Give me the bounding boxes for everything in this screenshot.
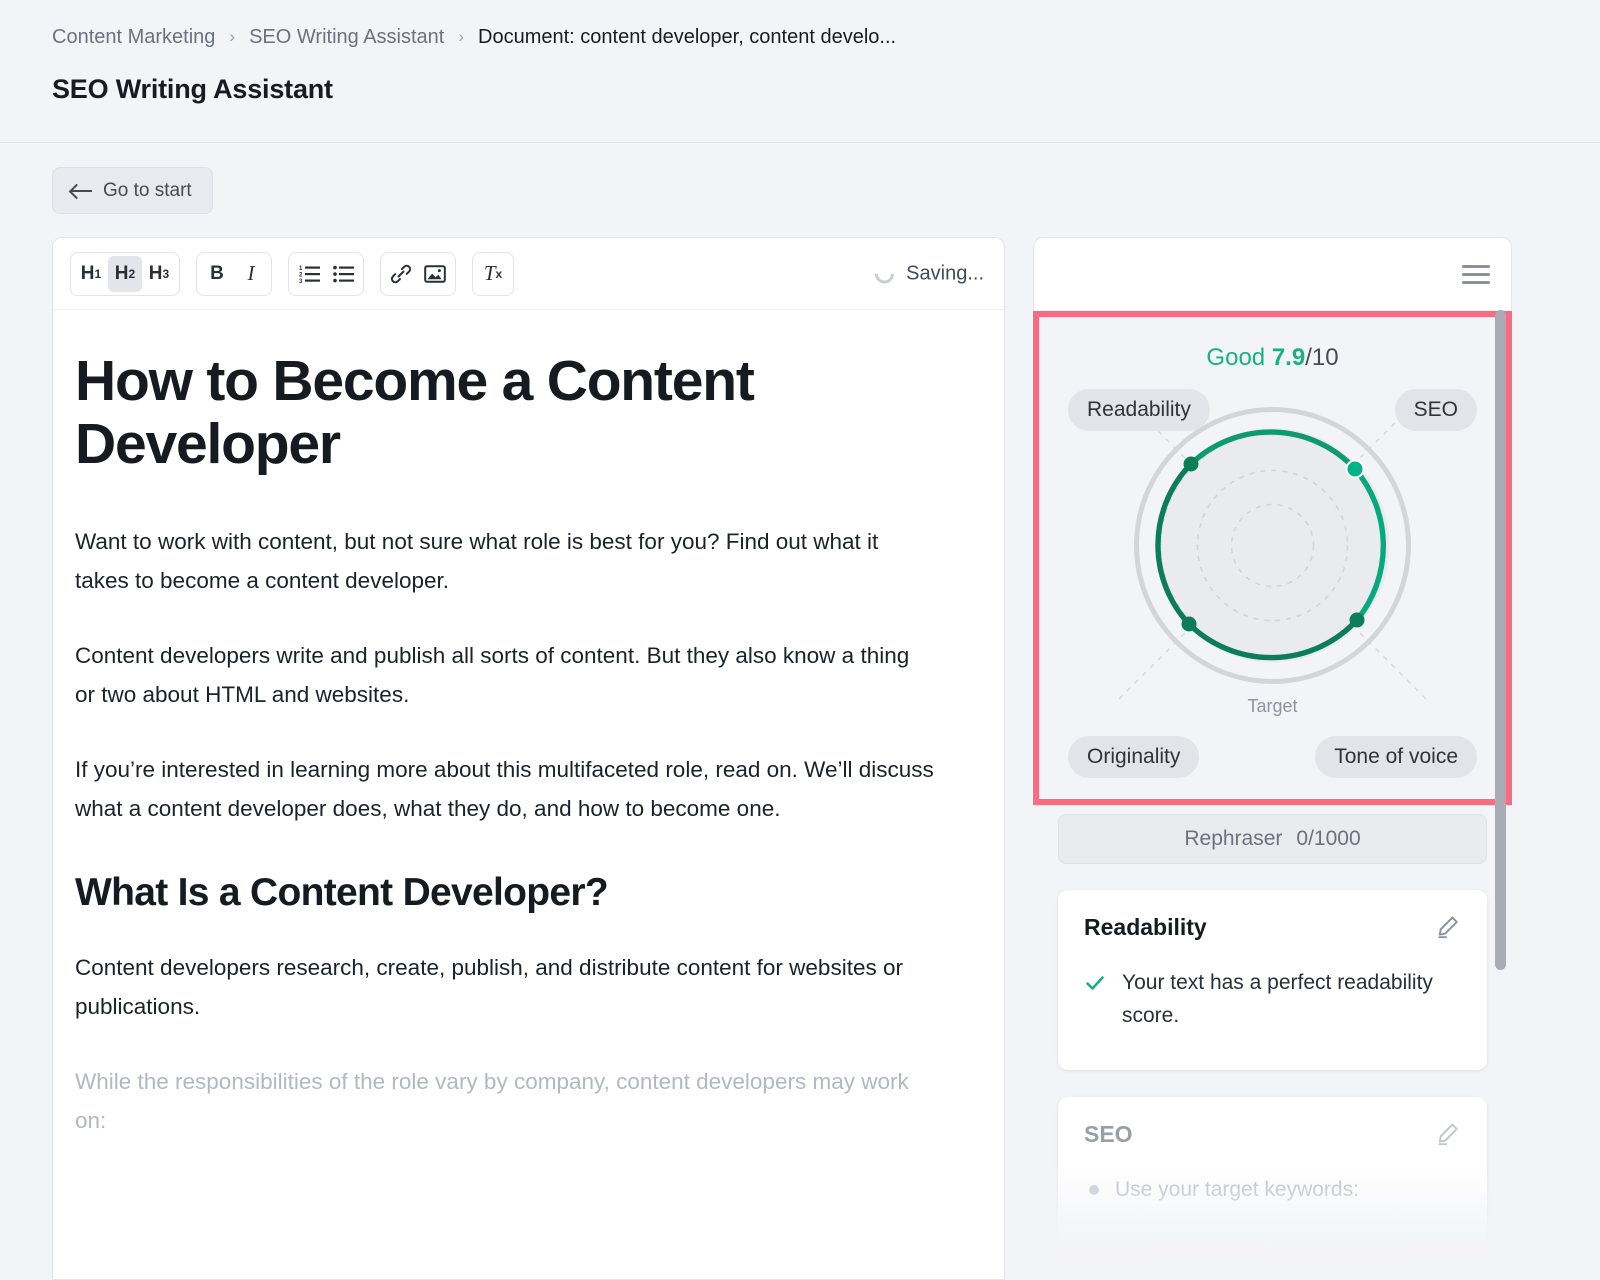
text-style-group: B I — [196, 251, 272, 296]
clear-formatting-button[interactable]: Tx — [476, 256, 510, 292]
metric-chip-originality[interactable]: Originality — [1068, 736, 1200, 778]
breadcrumb: Content Marketing › SEO Writing Assistan… — [52, 26, 896, 49]
link-icon — [390, 264, 412, 283]
breadcrumb-item-content-marketing[interactable]: Content Marketing — [52, 26, 215, 49]
doc-paragraph-2[interactable]: Content developers write and publish all… — [75, 637, 934, 715]
breadcrumb-item-document[interactable]: Document: content developer, content dev… — [478, 26, 896, 49]
doc-paragraph-5[interactable]: While the responsibilities of the role v… — [75, 1063, 934, 1141]
breadcrumb-separator-icon: › — [229, 27, 236, 46]
clear-format-group: Tx — [472, 251, 514, 296]
breadcrumb-item-seo-writing-assistant[interactable]: SEO Writing Assistant — [249, 26, 444, 49]
svg-text:3: 3 — [299, 279, 303, 283]
radar-point-originality — [1181, 616, 1197, 632]
breadcrumb-separator-icon: › — [458, 27, 465, 46]
h3-sub: 3 — [162, 266, 170, 281]
radar-target-label: Target — [1247, 696, 1298, 716]
image-button[interactable] — [418, 256, 452, 292]
saving-label: Saving... — [906, 262, 984, 284]
pencil-icon[interactable] — [1435, 914, 1461, 940]
link-button[interactable] — [384, 256, 418, 292]
clear-format-sub: x — [495, 266, 503, 281]
bullet-icon — [1089, 1185, 1099, 1195]
pencil-icon[interactable] — [1435, 1121, 1461, 1147]
document-body[interactable]: How to Become a Content Developer Want t… — [53, 310, 1004, 1141]
list-group: 1 2 3 — [288, 251, 364, 296]
h1-sub: 1 — [94, 266, 102, 281]
document-bottom-fade — [54, 1205, 1003, 1279]
image-icon — [424, 264, 446, 283]
radar-point-seo — [1347, 461, 1363, 477]
readability-card-row: Your text has a perfect readability scor… — [1084, 967, 1461, 1032]
rephraser-button[interactable]: Rephraser 0/1000 — [1058, 814, 1487, 864]
h1-button[interactable]: H1 — [74, 256, 108, 292]
metric-chip-seo[interactable]: SEO — [1394, 389, 1477, 431]
rephraser-label: Rephraser — [1184, 827, 1283, 850]
h2-button[interactable]: H2 — [108, 255, 142, 292]
doc-paragraph-4[interactable]: Content developers research, create, pub… — [75, 949, 934, 1027]
arrow-left-icon — [71, 183, 92, 198]
doc-paragraph-1[interactable]: Want to work with content, but not sure … — [75, 523, 934, 601]
go-to-start-label: Go to start — [103, 179, 192, 201]
doc-heading-2[interactable]: What Is a Content Developer? — [75, 871, 934, 915]
readability-card-header: Readability — [1084, 914, 1461, 941]
seo-card-title: SEO — [1084, 1121, 1133, 1147]
h3-label: H — [148, 262, 163, 284]
rephraser-counter: 0/1000 — [1296, 827, 1361, 850]
radar-point-tone — [1349, 612, 1365, 628]
hamburger-icon[interactable] — [1462, 265, 1490, 284]
go-to-start-button[interactable]: Go to start — [52, 167, 213, 214]
h2-label: H — [114, 262, 129, 284]
bold-button[interactable]: B — [200, 256, 234, 292]
italic-button[interactable]: I — [234, 256, 268, 292]
panel-header — [1033, 237, 1512, 311]
metric-chip-tone-of-voice[interactable]: Tone of voice — [1315, 736, 1477, 778]
h3-button[interactable]: H3 — [142, 256, 176, 292]
bullet-list-button[interactable] — [326, 256, 360, 292]
page-title: SEO Writing Assistant — [52, 74, 333, 104]
bullet-list-icon — [332, 265, 354, 283]
seo-card: SEO Use your target keywords: — [1058, 1097, 1487, 1280]
heading-group: H1 H2 H3 — [70, 251, 180, 296]
assistant-panel: Good 7.9/10 Target Readability SEO Origi… — [1033, 237, 1512, 1280]
readability-card-title: Readability — [1084, 914, 1207, 940]
saving-status: Saving... — [871, 260, 984, 287]
seo-card-row: Use your target keywords: — [1084, 1174, 1461, 1207]
doc-paragraph-3[interactable]: If you’re interested in learning more ab… — [75, 751, 934, 829]
app-root: Content Marketing › SEO Writing Assistan… — [0, 0, 1600, 1280]
clear-format-label: T — [483, 261, 496, 285]
svg-text:2: 2 — [299, 273, 303, 279]
ordered-list-button[interactable]: 1 2 3 — [292, 256, 326, 292]
insert-group — [380, 251, 456, 296]
ordered-list-icon: 1 2 3 — [299, 266, 320, 283]
document-editor-card: H1 H2 H3 B I 1 2 3 T x Saving... How to … — [52, 237, 1005, 1280]
h2-sub: 2 — [128, 266, 136, 281]
panel-scrollbar[interactable] — [1495, 310, 1506, 970]
metric-chip-readability[interactable]: Readability — [1068, 389, 1210, 431]
readability-card-text: Your text has a perfect readability scor… — [1122, 971, 1433, 1027]
radar-point-readability — [1183, 456, 1199, 472]
editor-toolbar: H1 H2 H3 B I 1 2 3 T x Saving... — [53, 238, 1004, 310]
seo-card-text: Use your target keywords: — [1115, 1178, 1359, 1201]
h1-label: H — [80, 262, 95, 284]
spinner-icon — [871, 260, 899, 287]
readability-card: Readability Your text has a perfect read… — [1058, 890, 1487, 1070]
score-overview: Good 7.9/10 Target Readability SEO Origi… — [1033, 311, 1512, 805]
page-header: Content Marketing › SEO Writing Assistan… — [0, 0, 1600, 143]
svg-text:1: 1 — [299, 266, 303, 272]
doc-heading-1[interactable]: How to Become a Content Developer — [75, 350, 835, 476]
check-icon — [1086, 976, 1104, 990]
seo-card-header: SEO — [1084, 1121, 1461, 1148]
